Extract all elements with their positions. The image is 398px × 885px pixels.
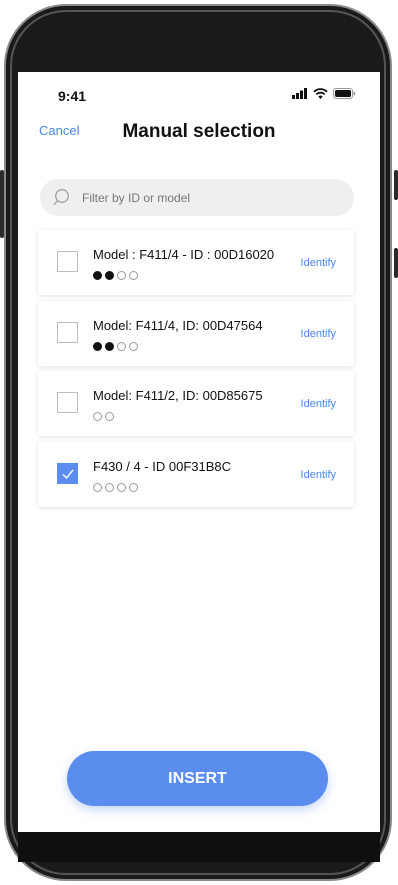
device-list-item[interactable]: F430 / 4 - ID 00F31B8C Identify [38,442,354,507]
checkbox[interactable] [57,322,78,343]
dot-empty-icon [129,342,138,351]
device-title: F430 / 4 - ID 00F31B8C [93,459,232,474]
dot-empty-icon [93,483,102,492]
dot-empty-icon [117,342,126,351]
dot-filled-icon [105,271,114,280]
dot-empty-icon [105,412,114,421]
checkmark-icon [62,469,74,480]
checkbox[interactable] [57,251,78,272]
search-input[interactable] [80,189,334,206]
signal-dots [93,342,138,351]
dot-filled-icon [93,342,102,351]
checkbox[interactable] [57,392,78,413]
dot-empty-icon [117,483,126,492]
search-icon [53,188,69,205]
page-title: Manual selection [122,121,276,142]
signal-dots [93,483,138,492]
identify-button[interactable]: Identify [301,469,336,481]
home-bar-area [18,832,380,862]
status-time: 9:41 [58,88,87,104]
cellular-signal-icon [292,88,307,99]
dot-empty-icon [105,483,114,492]
checkbox-checked[interactable] [57,463,78,484]
device-title: Model : F411/4 - ID : 00D16020 [93,247,275,262]
phone-side-button-right-bottom [394,248,398,278]
signal-dots [93,271,138,280]
dot-empty-icon [93,412,102,421]
search-bar[interactable] [40,179,354,216]
device-list-item[interactable]: Model : F411/4 - ID : 00D16020 Identify [38,230,354,295]
wifi-icon [313,88,328,99]
status-icons [292,88,356,99]
app-screen: 9:41 Cancel Manual selection Model : F41… [18,72,380,832]
device-title: Model: F411/2, ID: 00D85675 [93,388,263,403]
battery-icon [333,88,356,99]
dot-empty-icon [117,271,126,280]
dot-empty-icon [129,271,138,280]
identify-button[interactable]: Identify [301,257,336,269]
dot-empty-icon [129,483,138,492]
identify-button[interactable]: Identify [301,328,336,340]
signal-dots [93,412,114,421]
dot-filled-icon [105,342,114,351]
device-list-item[interactable]: Model: F411/4, ID: 00D47564 Identify [38,301,354,366]
identify-button[interactable]: Identify [301,398,336,410]
dot-filled-icon [93,271,102,280]
device-title: Model: F411/4, ID: 00D47564 [93,318,263,333]
insert-button[interactable]: INSERT [67,751,328,806]
phone-side-button-right-top [394,170,398,200]
device-list-item[interactable]: Model: F411/2, ID: 00D85675 Identify [38,371,354,436]
